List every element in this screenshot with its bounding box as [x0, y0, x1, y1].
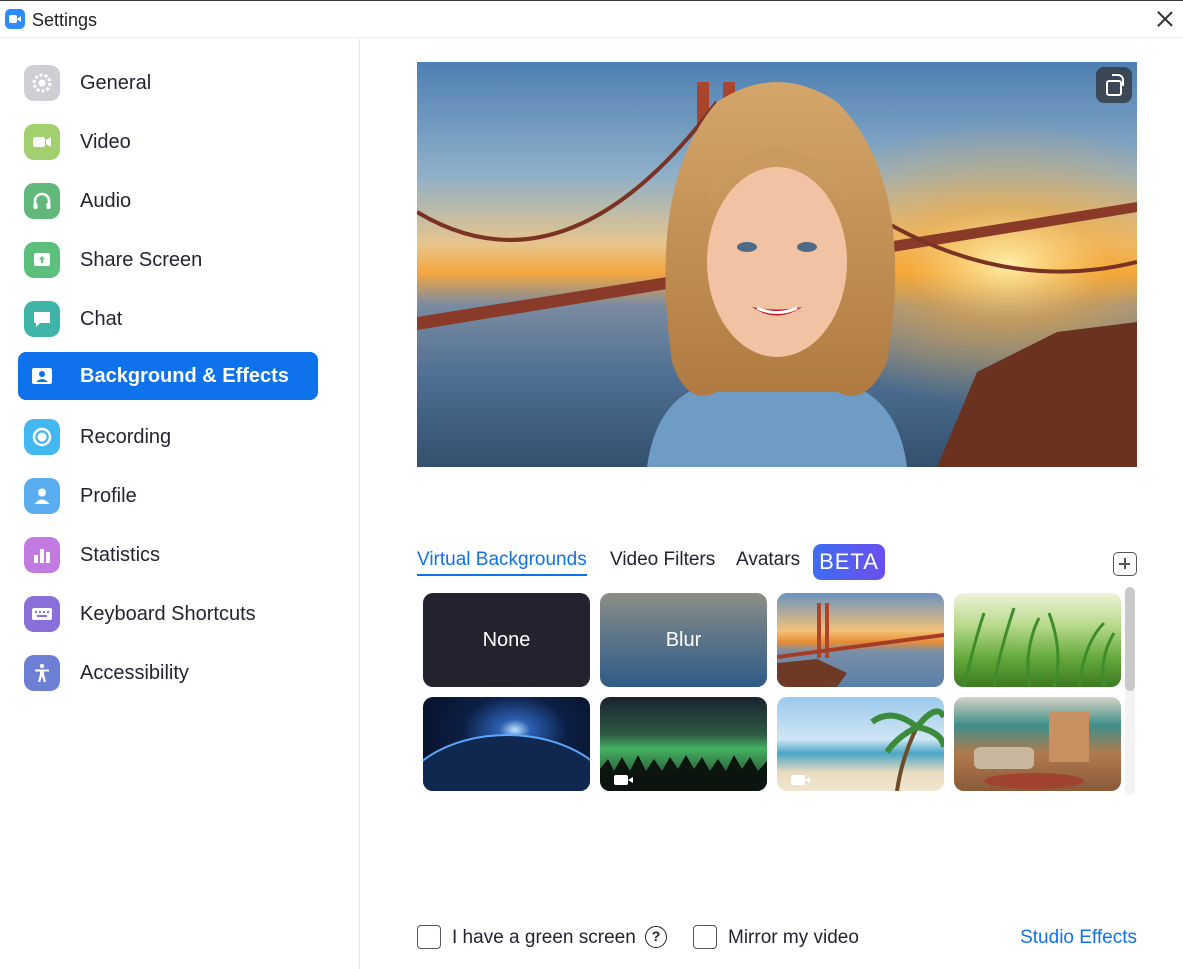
sidebar-item-keyboard-shortcuts[interactable]: Keyboard Shortcuts — [18, 590, 318, 638]
background-tabs: Virtual Backgrounds Video Filters Avatar… — [417, 544, 1137, 580]
green-screen-label[interactable]: I have a green screen — [452, 927, 636, 949]
sidebar-item-statistics[interactable]: Statistics — [18, 531, 318, 579]
background-effects-panel: Virtual Backgrounds Video Filters Avatar… — [361, 39, 1183, 969]
preview-image — [417, 62, 1137, 467]
sidebar-item-label: Statistics — [80, 544, 161, 566]
background-beach[interactable] — [777, 697, 944, 791]
statistics-icon — [24, 537, 60, 573]
background-blur-label: Blur — [665, 629, 702, 651]
tab-virtual-backgrounds[interactable]: Virtual Backgrounds — [417, 549, 587, 576]
add-background-icon[interactable] — [1113, 552, 1137, 576]
earth-thumbnail — [423, 734, 590, 791]
title-bar: Settings — [0, 0, 1183, 38]
sidebar-item-share-screen[interactable]: Share Screen — [18, 236, 318, 284]
video-preview — [417, 62, 1137, 467]
tab-video-filters[interactable]: Video Filters — [610, 549, 715, 571]
sidebar-item-label: Audio — [80, 190, 132, 212]
profile-icon — [24, 478, 60, 514]
sidebar-item-profile[interactable]: Profile — [18, 472, 318, 520]
mirror-video-label[interactable]: Mirror my video — [728, 927, 859, 949]
backgrounds-scrollbar[interactable] — [1125, 587, 1135, 795]
sidebar-item-label: Keyboard Shortcuts — [80, 603, 256, 625]
recording-icon — [24, 419, 60, 455]
background-grass[interactable] — [954, 593, 1121, 687]
background-golden-gate[interactable] — [777, 593, 944, 687]
tab-avatars[interactable]: Avatars — [736, 549, 800, 571]
studio-effects-link[interactable]: Studio Effects — [1020, 927, 1137, 949]
mirror-video-checkbox[interactable] — [693, 925, 717, 949]
grass-thumbnail — [962, 607, 1116, 687]
green-screen-checkbox[interactable] — [417, 925, 441, 949]
sidebar-item-video[interactable]: Video — [18, 118, 318, 166]
bottom-options: I have a green screen ? Mirror my video … — [361, 919, 1183, 959]
sidebar-item-background-effects[interactable]: Background & Effects — [18, 352, 318, 400]
sidebar-item-label: Profile — [80, 485, 137, 507]
sidebar-item-accessibility[interactable]: Accessibility — [18, 649, 318, 697]
zoom-camera-icon — [5, 9, 25, 29]
window-title: Settings — [32, 10, 98, 30]
sidebar-item-label: Chat — [80, 308, 123, 330]
sidebar-item-audio[interactable]: Audio — [18, 177, 318, 225]
chat-bubble-icon — [24, 301, 60, 337]
beta-badge: BETA — [813, 544, 885, 580]
scrollbar-thumb[interactable] — [1125, 587, 1135, 691]
sidebar-item-chat[interactable]: Chat — [18, 295, 318, 343]
video-background-icon — [614, 775, 633, 785]
keyboard-icon — [24, 596, 60, 632]
background-aurora[interactable] — [600, 697, 767, 791]
background-effects-icon — [24, 358, 60, 394]
background-earth[interactable] — [423, 697, 590, 791]
settings-sidebar: General Video Audio Share Screen Chat Ba… — [0, 39, 360, 969]
golden-gate-thumbnail — [777, 603, 944, 687]
gear-icon — [24, 65, 60, 101]
accessibility-icon — [24, 655, 60, 691]
sidebar-item-recording[interactable]: Recording — [18, 413, 318, 461]
close-icon[interactable] — [1151, 5, 1179, 33]
sidebar-item-label: Recording — [80, 426, 172, 448]
background-living-room[interactable] — [954, 697, 1121, 791]
background-none[interactable]: None — [423, 593, 590, 687]
sidebar-item-label: Background & Effects — [80, 365, 289, 387]
question-circle-icon[interactable]: ? — [645, 926, 667, 948]
sidebar-item-label: Accessibility — [80, 662, 189, 684]
sidebar-item-general[interactable]: General — [18, 59, 318, 107]
video-background-icon — [791, 775, 810, 785]
sidebar-item-label: General — [80, 72, 152, 94]
sidebar-item-label: Video — [80, 131, 131, 153]
living-room-thumbnail — [974, 712, 1089, 789]
background-none-label: None — [482, 629, 531, 651]
share-screen-icon — [24, 242, 60, 278]
rotate-camera-icon[interactable] — [1096, 67, 1132, 103]
headphones-icon — [24, 183, 60, 219]
sidebar-item-label: Share Screen — [80, 249, 203, 271]
background-blur[interactable]: Blur — [600, 593, 767, 687]
video-camera-icon — [24, 124, 60, 160]
